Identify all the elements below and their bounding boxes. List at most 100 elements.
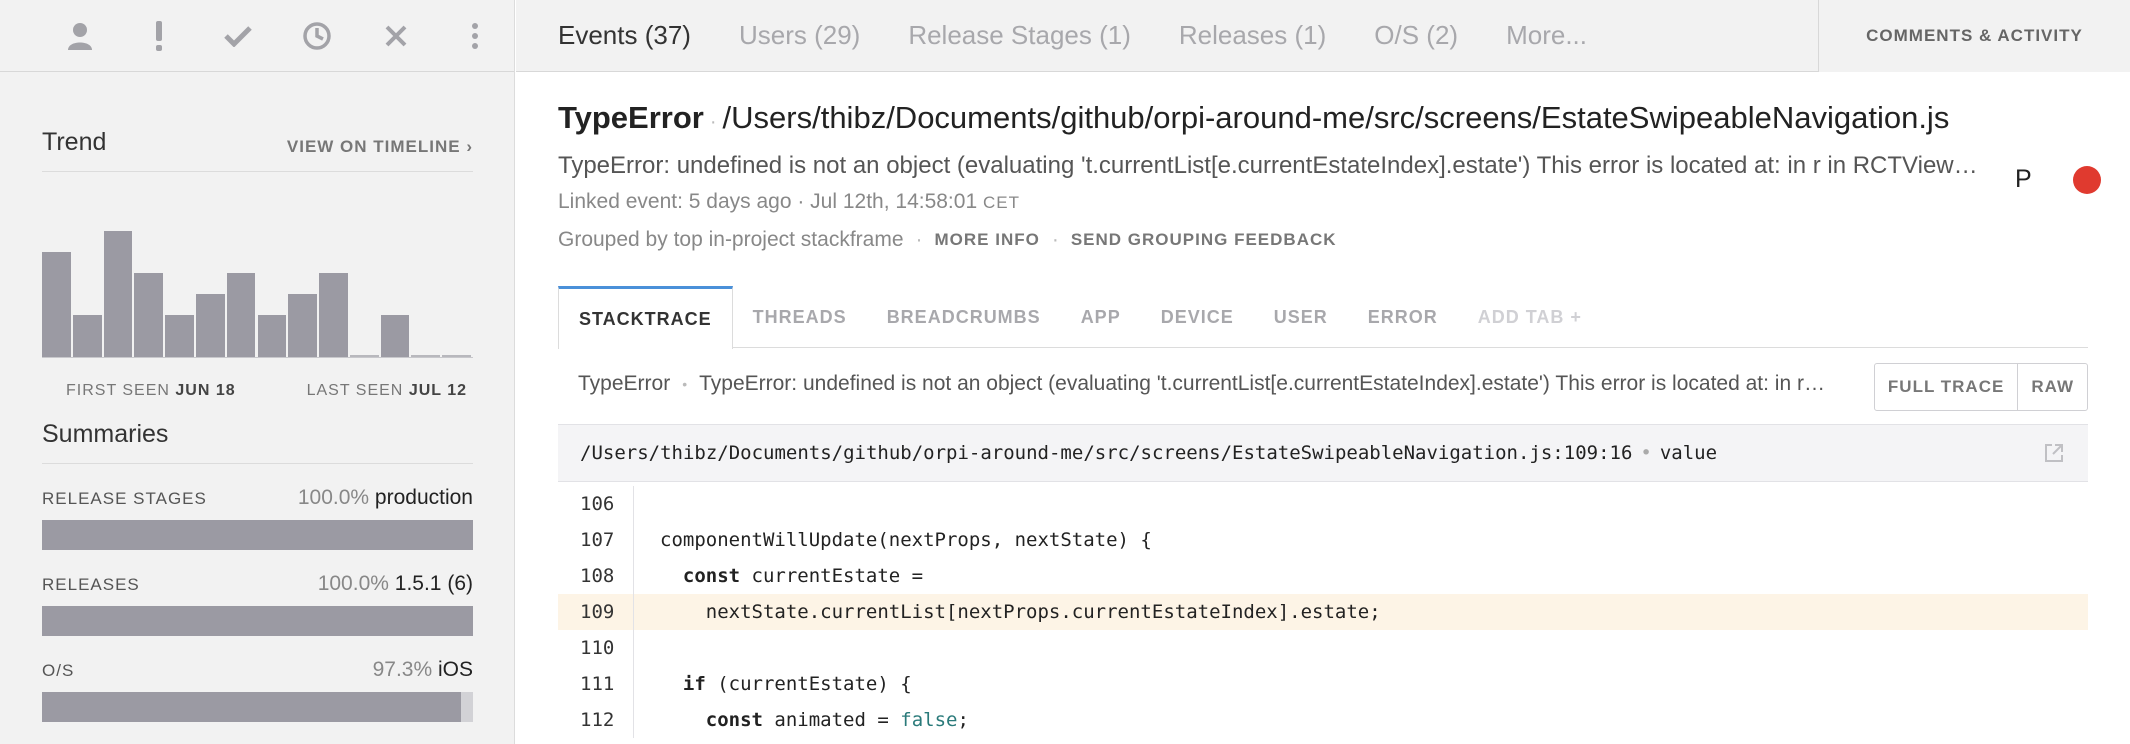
full-trace-button[interactable]: FULL TRACE (1875, 364, 2017, 410)
tab-releases[interactable]: Releases (1) (1155, 20, 1350, 51)
code-line: 112 const animated = false; (558, 702, 2088, 738)
error-message: TypeError: undefined is not an object (e… (558, 152, 1978, 179)
summary-os[interactable]: O/S 97.3% iOS (42, 658, 473, 722)
summary-release-stages[interactable]: RELEASE STAGES 100.0% production (42, 486, 473, 550)
first-seen-label: FIRST SEEN (66, 382, 170, 399)
line-number: 109 (558, 594, 634, 630)
summary-value: 100.0% 1.5.1 (6) (318, 572, 473, 596)
linked-event[interactable]: Linked event: 5 days ago · Jul 12th, 14:… (558, 190, 1020, 214)
code-line: 107 componentWillUpdate(nextProps, nextSt… (558, 522, 2088, 558)
add-tab-button[interactable]: ADD TAB + (1458, 286, 1602, 348)
trend-bar (42, 252, 71, 357)
code-line: 110 (558, 630, 2088, 666)
tab-app[interactable]: APP (1061, 286, 1141, 348)
summary-pct: 100.0% (317, 572, 389, 595)
tab-user[interactable]: USER (1254, 286, 1348, 348)
line-code: componentWillUpdate(nextProps, nextState… (634, 529, 1152, 551)
tab-device[interactable]: DEVICE (1141, 286, 1254, 348)
comments-activity-button[interactable]: COMMENTS & ACTIVITY (1818, 0, 2130, 72)
line-number: 112 (558, 702, 634, 738)
stacktrace-header: TypeError • TypeError: undefined is not … (558, 348, 2088, 420)
summary-value: 100.0% production (298, 486, 473, 510)
tab-threads[interactable]: THREADS (733, 286, 867, 348)
code-token: animated = (762, 709, 901, 731)
trend-meta: FIRST SEEN JUN 18 LAST SEEN JUL 12 (66, 382, 467, 400)
summary-label: O/S (42, 661, 75, 680)
trend-bar (319, 273, 348, 357)
last-seen-value: JUL 12 (408, 382, 467, 399)
trace-error-message: TypeError: undefined is not an object (e… (699, 372, 1830, 395)
frame-path: /Users/thibz/Documents/github/orpi-aroun… (580, 442, 1633, 464)
snooze-button[interactable] (277, 0, 356, 72)
summary-label: RELEASE STAGES (42, 489, 207, 508)
trend-bar (165, 315, 194, 357)
more-info-link[interactable]: MORE INFO (935, 230, 1040, 250)
code-token: componentWillUpdate(nextProps, nextState… (660, 529, 1152, 551)
code-token: const (682, 565, 741, 587)
summaries-header: Summaries (42, 420, 473, 464)
summary-top-value: iOS (437, 658, 473, 681)
open-external-icon[interactable] (2042, 441, 2066, 470)
tab-stacktrace[interactable]: STACKTRACE (558, 286, 733, 349)
close-icon (385, 25, 406, 46)
summary-bar-fill (42, 520, 473, 550)
trend-bar (288, 294, 318, 357)
left-sidebar: Trend VIEW ON TIMELINE › FIRST SEEN JUN … (0, 0, 515, 744)
trend-header: Trend VIEW ON TIMELINE › (42, 128, 473, 172)
send-grouping-feedback-link[interactable]: SEND GROUPING FEEDBACK (1071, 230, 1337, 250)
line-code: nextState.currentList[nextProps.currentE… (634, 601, 1381, 623)
summary-releases[interactable]: RELEASES 100.0% 1.5.1 (6) (42, 572, 473, 636)
severity-button[interactable] (119, 0, 198, 72)
code-token: (currentEstate) { (705, 673, 912, 695)
error-class: TypeError (558, 100, 704, 135)
summary-pct: 100.0% (297, 486, 370, 509)
summary-bar (42, 692, 473, 722)
code-token: if (682, 673, 706, 695)
assign-user-button[interactable] (40, 0, 119, 72)
trend-title: Trend (42, 128, 107, 156)
raw-button[interactable]: RAW (2017, 364, 2087, 410)
summary-bar-fill (42, 692, 462, 722)
code-token: false (900, 709, 958, 731)
top-tabs: Events (37) Users (29) Release Stages (1… (516, 0, 2130, 72)
trend-bar (380, 315, 410, 357)
clock-icon (302, 21, 331, 50)
last-seen: LAST SEEN JUL 12 (307, 382, 467, 400)
code-token: nextState.currentList[nextProps.currentE… (660, 601, 1381, 623)
main-content: Events (37) Users (29) Release Stages (1… (516, 0, 2130, 744)
assignee-avatar[interactable]: P (2015, 165, 2032, 194)
tab-users[interactable]: Users (29) (715, 20, 884, 51)
ignore-button[interactable] (356, 0, 435, 72)
tab-os[interactable]: O/S (2) (1350, 20, 1482, 51)
trend-bar (195, 294, 225, 357)
line-code: const animated = false; (634, 709, 969, 731)
trend-bar (134, 273, 164, 357)
trend-bar (103, 231, 133, 357)
code-line: 106 (558, 486, 2088, 522)
summary-bar (42, 606, 473, 636)
tab-events[interactable]: Events (37) (516, 20, 715, 51)
tab-release-stages[interactable]: Release Stages (1) (884, 20, 1155, 51)
stack-frame-header[interactable]: /Users/thibz/Documents/github/orpi-aroun… (558, 424, 2088, 482)
error-location: /Users/thibz/Documents/github/orpi-aroun… (722, 100, 1950, 135)
code-token: const (705, 709, 763, 731)
trend-bar (226, 273, 256, 357)
user-icon (67, 22, 92, 50)
tab-error[interactable]: ERROR (1348, 286, 1458, 348)
exclamation-icon (155, 20, 162, 51)
line-code: const currentEstate = (634, 565, 923, 587)
trend-chart (42, 208, 473, 358)
summary-bar (42, 520, 473, 550)
trend-bar (411, 355, 441, 357)
resolve-button[interactable] (198, 0, 277, 72)
tab-breadcrumbs[interactable]: BREADCRUMBS (867, 286, 1061, 348)
view-on-timeline-link[interactable]: VIEW ON TIMELINE › (287, 137, 473, 157)
tab-more[interactable]: More... (1482, 20, 1611, 51)
more-actions-button[interactable] (435, 0, 514, 72)
first-seen-value: JUN 18 (175, 382, 236, 399)
line-number: 110 (558, 630, 634, 666)
linked-event-text: Linked event: 5 days ago · Jul 12th, 14:… (558, 190, 978, 213)
summaries-section: Summaries RELEASE STAGES 100.0% producti… (0, 420, 515, 722)
